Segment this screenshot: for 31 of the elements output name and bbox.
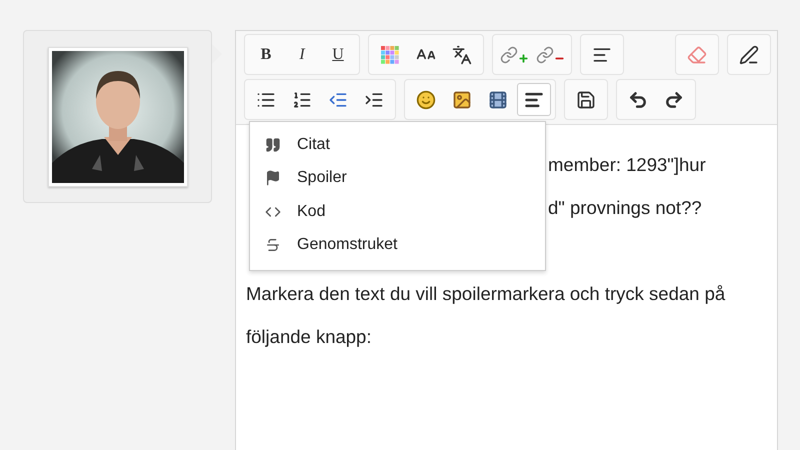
- underline-button[interactable]: U: [321, 38, 355, 71]
- menu-item[interactable]: Genomstruket: [250, 228, 545, 262]
- menu-item-label: Spoiler: [297, 169, 347, 188]
- flag-icon: [265, 170, 281, 186]
- insert-button[interactable]: [517, 83, 551, 116]
- menu-item[interactable]: Kod: [250, 195, 545, 228]
- numbered-list-icon: [292, 90, 312, 110]
- menu-item-label: Kod: [297, 202, 326, 221]
- redo-icon: [664, 90, 684, 110]
- menu-item-label: Genomstruket: [297, 236, 398, 254]
- bold-button[interactable]: B: [249, 38, 283, 71]
- menu-item-label: Citat: [297, 136, 330, 154]
- film-icon: [488, 90, 508, 110]
- strikethrough-icon: [265, 237, 281, 254]
- editor-text: member: 1293"]hur: [548, 153, 706, 177]
- smiley-icon: [416, 90, 436, 110]
- save-icon: [576, 90, 596, 110]
- menu-item[interactable]: Citat: [250, 128, 545, 162]
- pen-icon: [739, 44, 759, 64]
- editor-text: Markera den text du vill spoilermarkera och tryck sedan på följande knapp:: [246, 282, 726, 349]
- quote-icon: [265, 136, 281, 153]
- font-face-icon: [452, 44, 472, 64]
- editor-text: d" provnings not??: [548, 196, 702, 220]
- link-remove-icon: [536, 46, 564, 64]
- color-palette-icon: [380, 44, 400, 64]
- eraser-icon: [687, 44, 707, 64]
- italic-button[interactable]: I: [285, 38, 319, 71]
- link-add-icon: [500, 46, 528, 64]
- image-icon: [452, 90, 472, 110]
- menu-item[interactable]: Spoiler: [250, 162, 545, 195]
- undo-icon: [628, 90, 648, 110]
